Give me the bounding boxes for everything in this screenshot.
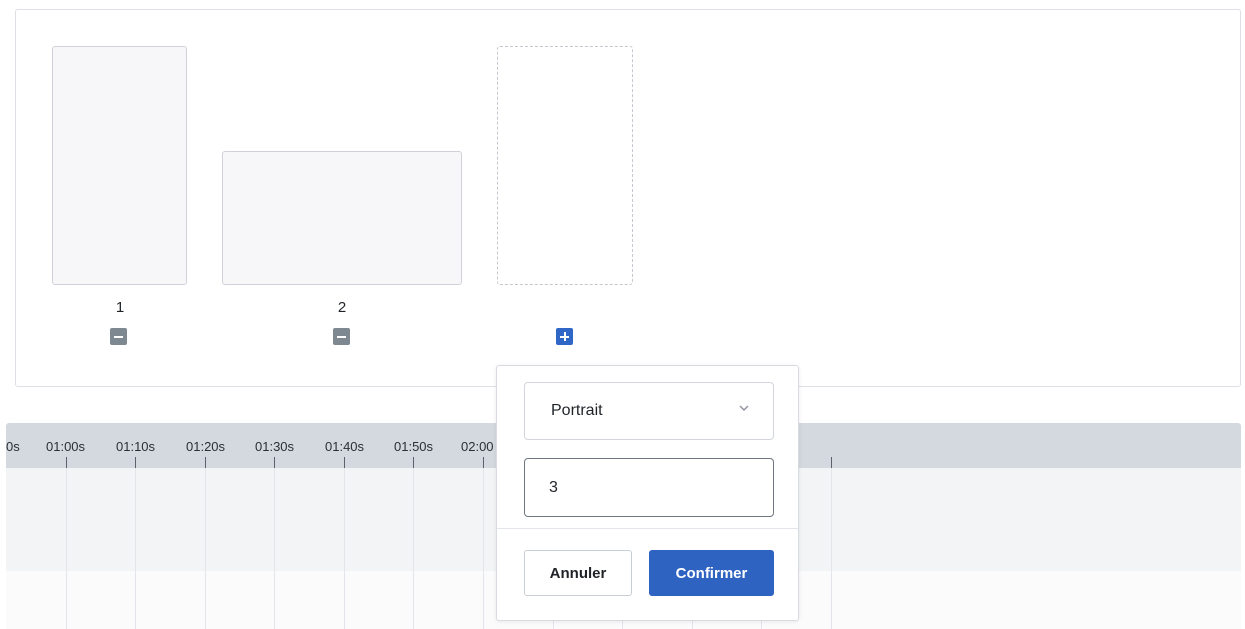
tick-label: 01:10s — [116, 439, 156, 454]
remove-frame-1-button[interactable] — [110, 328, 127, 345]
tick-label: 0s — [6, 439, 20, 454]
tick-mark — [344, 457, 345, 468]
orientation-select-value: Portrait — [551, 402, 603, 419]
tick-mark — [135, 457, 136, 468]
gridline — [413, 468, 414, 629]
gridline — [205, 468, 206, 629]
gridline — [274, 468, 275, 629]
new-frame-placeholder[interactable] — [497, 46, 633, 285]
tick-label: 01:40s — [325, 439, 365, 454]
add-frame-popover: Portrait Annuler Confirmer — [496, 365, 799, 621]
gridline — [483, 468, 484, 629]
add-frame-button[interactable] — [556, 328, 573, 345]
remove-frame-2-button[interactable] — [333, 328, 350, 345]
tick-mark — [66, 457, 67, 468]
frame-1-thumbnail[interactable] — [52, 46, 187, 285]
tick-mark — [413, 457, 414, 468]
gridline — [135, 468, 136, 629]
tick-label: 02:00 — [461, 439, 494, 454]
gridline — [66, 468, 67, 629]
tick-label: 01:30s — [255, 439, 295, 454]
tick-mark — [831, 457, 832, 468]
frames-panel: 1 2 — [15, 9, 1241, 387]
minus-icon — [337, 335, 346, 338]
popover-divider — [497, 528, 798, 529]
cancel-button[interactable]: Annuler — [524, 550, 632, 596]
orientation-select[interactable]: Portrait — [524, 382, 774, 440]
tick-label: 01:00s — [46, 439, 86, 454]
tick-mark — [483, 457, 484, 468]
confirm-button[interactable]: Confirmer — [649, 550, 774, 596]
frame-count-input[interactable] — [524, 458, 774, 517]
tick-mark — [205, 457, 206, 468]
tick-mark — [274, 457, 275, 468]
gridline — [344, 468, 345, 629]
chevron-down-icon — [739, 405, 749, 411]
minus-icon — [114, 335, 123, 338]
gridline — [831, 468, 832, 629]
tick-label: 01:50s — [394, 439, 434, 454]
frame-2-thumbnail[interactable] — [222, 151, 462, 285]
frame-1-label: 1 — [115, 299, 125, 316]
tick-label: 01:20s — [186, 439, 226, 454]
frame-2-label: 2 — [337, 299, 347, 316]
